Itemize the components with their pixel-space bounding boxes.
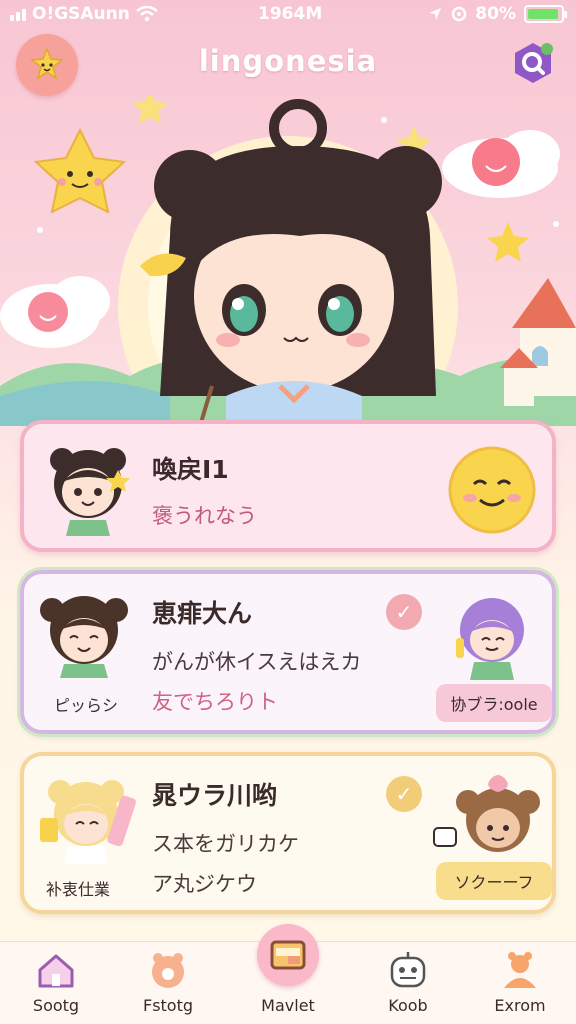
location-icon xyxy=(429,8,442,20)
avatar xyxy=(456,598,524,680)
wallet-icon xyxy=(270,940,306,970)
hero-illustration xyxy=(0,96,576,426)
robot-icon xyxy=(390,952,426,988)
tab-mavlet[interactable]: Mavlet xyxy=(240,924,336,1024)
card-title: 恵痱大ん xyxy=(152,599,253,628)
lesson-card-2[interactable]: ピッらシ 恵痱大ん がんが休イスえはえカ 友でちろりト ✓ 协ブラ:oole xyxy=(20,570,556,734)
tab-fstotg[interactable]: Fstotg xyxy=(120,942,216,1024)
card-subtitle-secondary: ア丸ジケウ xyxy=(152,872,257,896)
tab-label: Fstotg xyxy=(142,996,194,1015)
star-character xyxy=(33,127,127,214)
status-bar: O!GSAunn 1964M 80% xyxy=(0,0,576,28)
card-subtitle: ス本をガリカケ xyxy=(152,832,299,856)
profile-icon xyxy=(504,952,536,988)
battery-icon xyxy=(524,5,567,23)
avatar xyxy=(40,596,128,678)
girl-character xyxy=(140,99,442,426)
tab-label: Sootg xyxy=(32,996,80,1015)
card-title: 晁ウラ川哟 xyxy=(152,781,278,810)
battery-percent: 80% xyxy=(475,4,516,24)
carrier-name: O!GSAunn xyxy=(32,4,130,24)
lesson-card-1[interactable]: 喚戻I1 褒うれなう xyxy=(20,420,556,552)
search-button[interactable] xyxy=(506,36,560,90)
cloud-right xyxy=(442,130,560,198)
cloud-left xyxy=(0,276,110,348)
tab-exrom[interactable]: Exrom xyxy=(472,942,568,1024)
tab-label: Mavlet xyxy=(261,996,315,1015)
avatar xyxy=(40,780,136,864)
check-icon[interactable]: ✓ xyxy=(386,776,422,812)
app-screen: O!GSAunn 1964M 80% lingonesia 喚戻I1 褒うれなう… xyxy=(0,0,576,1024)
castle xyxy=(500,278,576,406)
signal-icon xyxy=(10,7,26,21)
avatar xyxy=(433,775,540,852)
tag-button[interactable]: ソクーーフ xyxy=(436,862,552,900)
character-name: ピッらシ xyxy=(54,696,119,715)
smiley-sun-icon xyxy=(448,446,536,534)
tag-button[interactable]: 协ブラ:oole xyxy=(436,684,552,722)
card-subtitle: がんが休イスえはえカ xyxy=(152,650,362,674)
tab-label: Koob xyxy=(388,996,428,1015)
card-subtitle-secondary: 友でちろりト xyxy=(152,690,278,714)
card-subtitle: 褒うれなう xyxy=(152,504,257,528)
card-title: 喚戻I1 xyxy=(152,455,229,484)
home-icon xyxy=(38,954,74,988)
avatar xyxy=(50,448,130,536)
alarm-icon xyxy=(452,6,467,22)
tab-label: Exrom xyxy=(494,996,546,1015)
character-name: 补衷仕業 xyxy=(46,880,111,899)
status-time: 1964M xyxy=(258,4,323,24)
app-title: lingonesia xyxy=(198,44,378,78)
active-tab-bubble xyxy=(257,924,319,986)
tab-bar: Sootg Fstotg Mavlet Koob Exrom xyxy=(0,924,576,1024)
lesson-card-3[interactable]: 补衷仕業 晁ウラ川哟 ス本をガリカケ ア丸ジケウ ✓ ソクーーフ xyxy=(20,752,556,914)
tab-koob[interactable]: Koob xyxy=(360,942,456,1024)
tab-sootg[interactable]: Sootg xyxy=(8,942,104,1024)
search-icon xyxy=(515,43,553,83)
pet-icon xyxy=(152,953,184,988)
wifi-icon xyxy=(136,6,158,22)
check-icon[interactable]: ✓ xyxy=(386,594,422,630)
